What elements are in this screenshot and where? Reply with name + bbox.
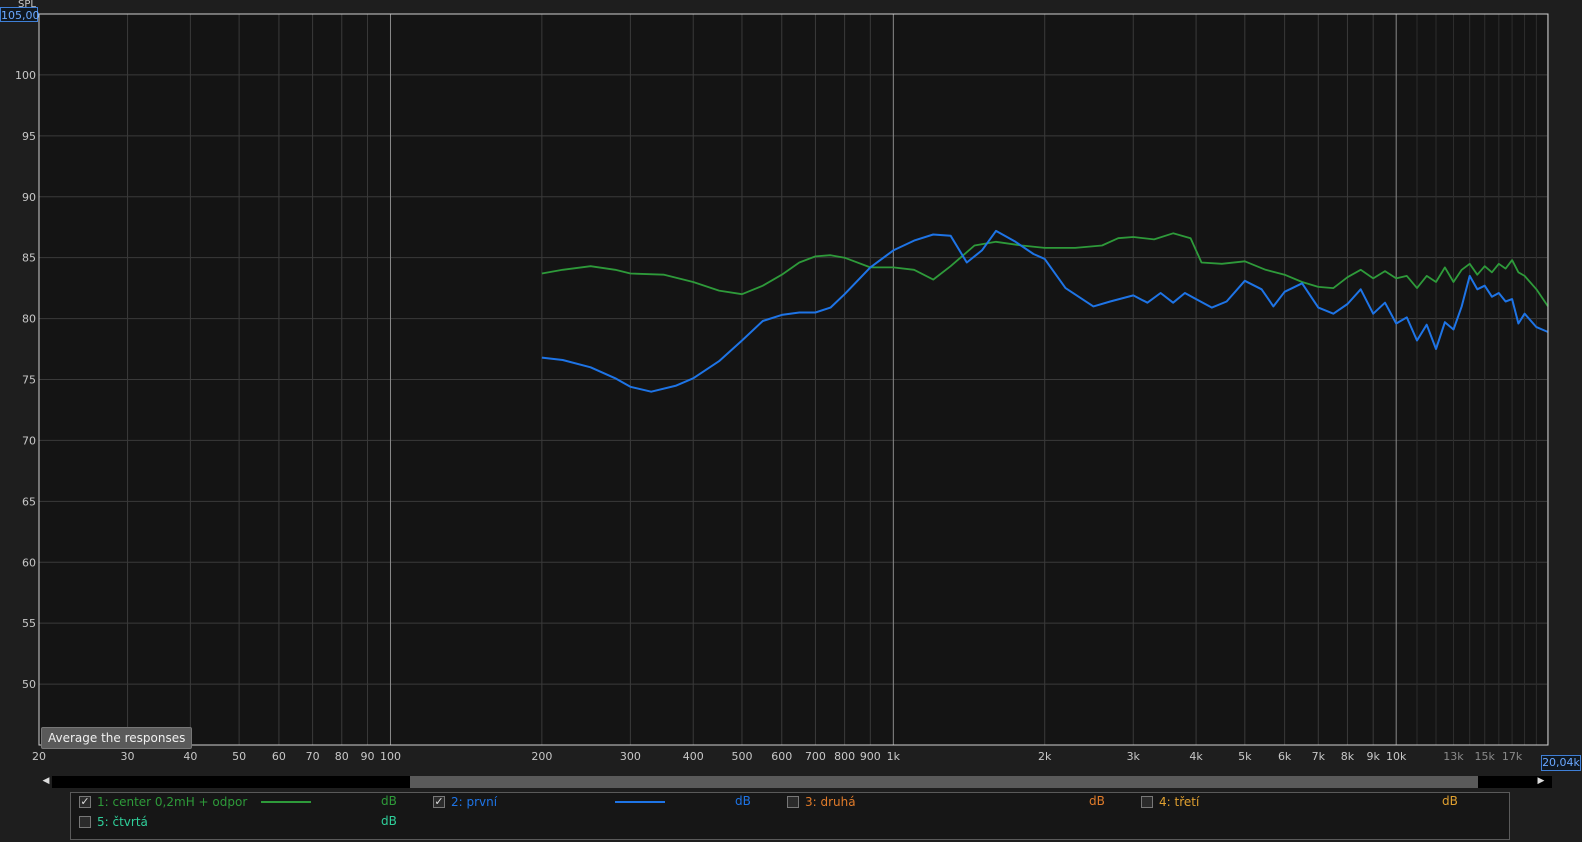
x-tick-label: 9k — [1366, 750, 1380, 763]
x-tick-label: 800 — [834, 750, 855, 763]
legend-item-1[interactable]: ✓ 1: center 0,2mH + odpor — [79, 793, 247, 811]
x-tick-label: 2k — [1038, 750, 1052, 763]
y-tick-label: 65 — [22, 495, 36, 508]
x-tick-label: 80 — [335, 750, 349, 763]
x-tick-label: 300 — [620, 750, 641, 763]
y-tick-label: 60 — [22, 556, 36, 569]
legend-4-checkbox[interactable] — [1141, 796, 1153, 808]
x-tick-label: 200 — [531, 750, 552, 763]
x-tick-label: 600 — [771, 750, 792, 763]
y-tick-label: 75 — [22, 374, 36, 387]
legend-panel: ✓ 1: center 0,2mH + odpor dB ✓ 2: první … — [70, 792, 1510, 840]
x-tick-label: 400 — [683, 750, 704, 763]
x-tick-label: 20 — [32, 750, 46, 763]
legend-3-checkbox[interactable] — [787, 796, 799, 808]
x-tick-label: 60 — [272, 750, 286, 763]
y-max-input[interactable]: 105,00 — [0, 7, 40, 22]
average-responses-button[interactable]: Average the responses — [41, 727, 193, 749]
x-tick-label: 40 — [183, 750, 197, 763]
legend-5-label: 5: čtvrtá — [97, 815, 148, 829]
y-tick-label: 100 — [15, 69, 36, 82]
y-tick-label: 70 — [22, 434, 36, 447]
x-axis-ticks: 20 30 40 50 60 70 80 90 100 200 300 400 500 600 700 800… — [32, 750, 1523, 763]
legend-5-checkbox[interactable] — [79, 816, 91, 828]
legend-5-unit: dB — [381, 814, 397, 828]
y-tick-label: 80 — [22, 313, 36, 326]
legend-item-5[interactable]: 5: čtvrtá — [79, 813, 148, 831]
x-tick-label: 70 — [306, 750, 320, 763]
x-tick-label: 100 — [380, 750, 401, 763]
legend-1-unit: dB — [381, 794, 397, 808]
legend-2-label: 2: první — [451, 795, 498, 809]
legend-item-4[interactable]: 4: třetí — [1141, 793, 1199, 811]
y-tick-label: 90 — [22, 191, 36, 204]
checkmark-icon: ✓ — [80, 795, 90, 808]
checkmark-icon: ✓ — [434, 795, 444, 808]
y-tick-label: 55 — [22, 617, 36, 630]
horizontal-scrollbar[interactable]: ◀ ▶ — [40, 775, 1565, 789]
x-tick-label: 7k — [1312, 750, 1326, 763]
x-tick-label: 90 — [360, 750, 374, 763]
frequency-response-chart[interactable]: 100 95 90 85 80 75 70 65 60 55 50 20 30 40 50 60 70 80 90… — [0, 0, 1582, 842]
x-tick-label: 5k — [1238, 750, 1252, 763]
legend-2-unit: dB — [735, 794, 751, 808]
scroll-right-icon[interactable]: ▶ — [1535, 774, 1547, 788]
legend-2-swatch — [615, 801, 665, 803]
x-tick-label: 50 — [232, 750, 246, 763]
legend-1-swatch — [261, 801, 311, 803]
legend-item-3[interactable]: 3: druhá — [787, 793, 856, 811]
x-tick-label: 900 — [860, 750, 881, 763]
x-tick-label: 1k — [887, 750, 901, 763]
y-axis-ticks: 100 95 90 85 80 75 70 65 60 55 50 — [15, 69, 36, 691]
x-tick-label: 500 — [731, 750, 752, 763]
scroll-thumb[interactable] — [410, 776, 1478, 788]
scroll-left-icon[interactable]: ◀ — [40, 774, 52, 788]
x-tick-label: 10k — [1386, 750, 1407, 763]
x-tick-label: 8k — [1341, 750, 1355, 763]
legend-1-label: 1: center 0,2mH + odpor — [97, 795, 248, 809]
legend-item-2[interactable]: ✓ 2: první — [433, 793, 497, 811]
legend-4-label: 4: třetí — [1159, 795, 1200, 809]
x-max-input[interactable]: 20,04k — [1541, 755, 1581, 771]
legend-2-checkbox[interactable]: ✓ — [433, 796, 445, 808]
legend-4-unit: dB — [1442, 794, 1458, 808]
x-tick-label: 13k — [1443, 750, 1464, 763]
y-tick-label: 50 — [22, 678, 36, 691]
y-tick-label: 95 — [22, 130, 36, 143]
legend-1-checkbox[interactable]: ✓ — [79, 796, 91, 808]
legend-3-label: 3: druhá — [805, 795, 856, 809]
x-tick-label: 700 — [805, 750, 826, 763]
x-tick-label: 30 — [121, 750, 135, 763]
x-tick-label: 17k — [1502, 750, 1523, 763]
x-tick-label: 15k — [1475, 750, 1496, 763]
x-tick-label: 3k — [1127, 750, 1141, 763]
legend-3-unit: dB — [1089, 794, 1105, 808]
y-tick-label: 85 — [22, 252, 36, 265]
x-tick-label: 4k — [1189, 750, 1203, 763]
x-tick-label: 6k — [1278, 750, 1292, 763]
